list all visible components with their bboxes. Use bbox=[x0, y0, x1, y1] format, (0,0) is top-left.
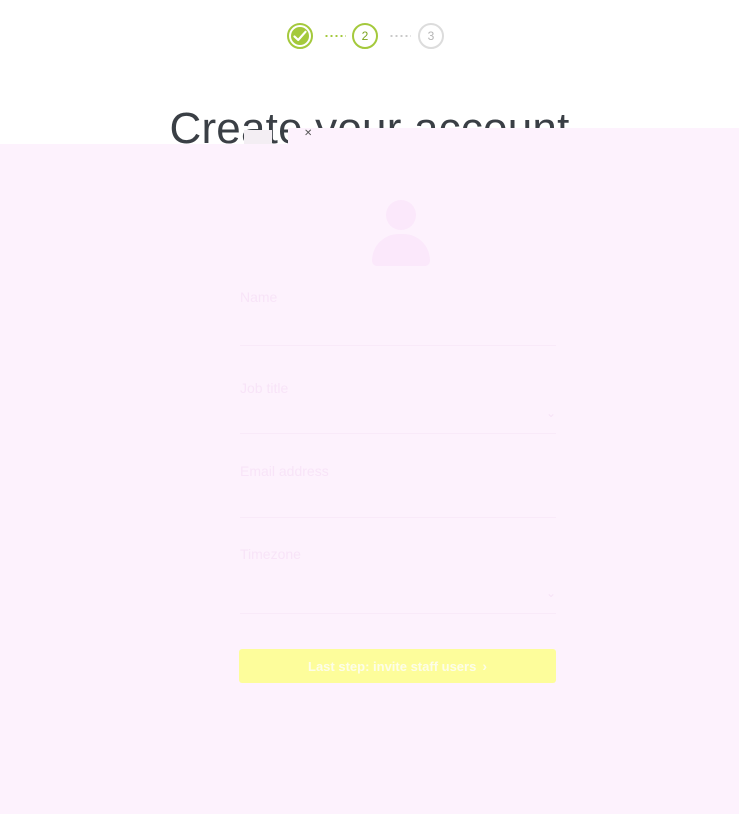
step-2-number: 2 bbox=[361, 29, 369, 43]
progress-stepper: 2 3 bbox=[0, 23, 739, 55]
step-3-number: 3 bbox=[427, 29, 435, 43]
cursor-icon: ✕ bbox=[304, 128, 313, 139]
email-label: Email address bbox=[240, 463, 329, 479]
timezone-label: Timezone bbox=[240, 546, 301, 562]
email-input[interactable] bbox=[240, 492, 556, 518]
overlay-strip bbox=[288, 128, 739, 144]
job-title-select[interactable]: ⌄ bbox=[240, 406, 556, 434]
avatar-head-icon bbox=[386, 200, 416, 230]
chevron-down-icon: ⌄ bbox=[545, 586, 556, 600]
step-connector-2 bbox=[389, 35, 411, 37]
signup-page: 2 3 Create your account ✕ Name Job title… bbox=[0, 0, 739, 814]
next-step-label: Last step: invite staff users bbox=[308, 658, 477, 674]
next-step-button[interactable]: Last step: invite staff users › bbox=[239, 649, 556, 683]
overlay-chip bbox=[244, 130, 272, 144]
step-1-complete[interactable] bbox=[287, 23, 313, 49]
check-icon bbox=[289, 25, 311, 47]
chevron-right-icon: › bbox=[482, 658, 487, 674]
avatar-body-icon bbox=[372, 234, 430, 266]
timezone-select[interactable]: ⌄ bbox=[240, 586, 556, 614]
step-2-current[interactable]: 2 bbox=[352, 23, 378, 49]
chevron-down-icon: ⌄ bbox=[545, 406, 556, 420]
name-input[interactable] bbox=[240, 320, 556, 346]
name-label: Name bbox=[240, 289, 278, 305]
avatar[interactable] bbox=[362, 190, 438, 276]
step-connector-1 bbox=[324, 35, 346, 37]
step-3-todo[interactable]: 3 bbox=[418, 23, 444, 49]
job-title-label: Job title bbox=[240, 380, 289, 396]
